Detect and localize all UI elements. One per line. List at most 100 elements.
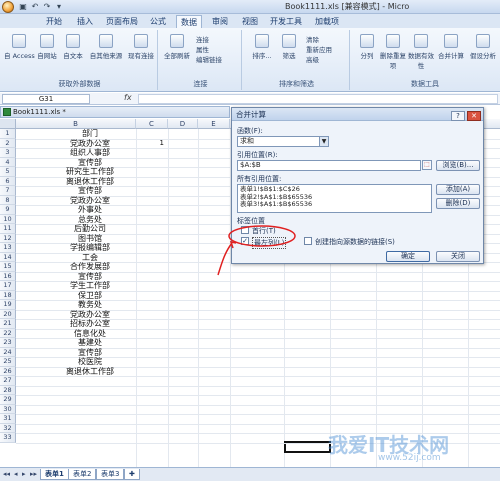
from-text-button[interactable]: 自文本 bbox=[60, 34, 86, 60]
column-header-e[interactable]: E bbox=[198, 119, 230, 129]
cell-b[interactable]: 离退休工作部 bbox=[22, 177, 158, 187]
cell-b[interactable]: 基建处 bbox=[22, 338, 158, 348]
reference-input[interactable]: $A:$B bbox=[237, 160, 421, 171]
row-header[interactable]: 27 bbox=[0, 376, 16, 386]
properties-button[interactable]: 属性 bbox=[196, 44, 209, 54]
cell-c[interactable] bbox=[150, 424, 164, 434]
cell-b[interactable]: 部门 bbox=[22, 129, 158, 139]
what-if-button[interactable]: 假设分析 bbox=[468, 34, 498, 60]
row-header[interactable]: 30 bbox=[0, 404, 16, 414]
row-header[interactable]: 1 bbox=[0, 129, 16, 139]
first-sheet-icon[interactable]: ◂◂ bbox=[3, 470, 10, 478]
cell-b[interactable]: 宣传部 bbox=[22, 186, 158, 196]
cell-c[interactable] bbox=[150, 319, 164, 329]
cell-b[interactable]: 信息化处 bbox=[22, 329, 158, 339]
row-header[interactable]: 11 bbox=[0, 224, 16, 234]
row-header[interactable]: 5 bbox=[0, 167, 16, 177]
row-header[interactable]: 2 bbox=[0, 138, 16, 148]
cell-b[interactable] bbox=[22, 433, 158, 443]
cell-c[interactable] bbox=[150, 215, 164, 225]
cell-c[interactable] bbox=[150, 148, 164, 158]
sheet-tab-1[interactable]: 表单1 bbox=[40, 469, 69, 480]
row-header[interactable]: 13 bbox=[0, 243, 16, 253]
tab-view[interactable]: 视图 bbox=[238, 15, 262, 28]
cell-b[interactable]: 党政办公室 bbox=[22, 139, 158, 149]
cell-c[interactable] bbox=[150, 433, 164, 443]
row-header[interactable]: 33 bbox=[0, 433, 16, 443]
cell-b[interactable]: 研究生工作部 bbox=[22, 167, 158, 177]
close-icon[interactable]: ✕ bbox=[467, 111, 481, 121]
refresh-all-button[interactable]: 全部刷新 bbox=[162, 34, 192, 60]
connections-button[interactable]: 连接 bbox=[196, 34, 209, 44]
from-web-button[interactable]: 自网站 bbox=[34, 34, 60, 60]
sheet-tab-2[interactable]: 表单2 bbox=[68, 469, 97, 480]
cell-b[interactable]: 总务处 bbox=[22, 215, 158, 225]
chevron-down-icon[interactable]: ▼ bbox=[319, 137, 328, 146]
tab-formulas[interactable]: 公式 bbox=[146, 15, 170, 28]
cell-b[interactable]: 保卫部 bbox=[22, 291, 158, 301]
browse-button[interactable]: 浏览(B)... bbox=[436, 160, 480, 171]
next-sheet-icon[interactable]: ▸ bbox=[22, 470, 26, 478]
cell-c[interactable] bbox=[150, 405, 164, 415]
reapply-button[interactable]: 重新应用 bbox=[306, 44, 332, 54]
sort-button[interactable]: 排序... bbox=[250, 34, 274, 60]
consolidate-button[interactable]: 合并计算 bbox=[436, 34, 466, 60]
cell-c[interactable] bbox=[150, 300, 164, 310]
cell-b[interactable]: 宣传部 bbox=[22, 348, 158, 358]
row-header[interactable]: 12 bbox=[0, 233, 16, 243]
cell-b[interactable]: 党政办公室 bbox=[22, 196, 158, 206]
row-header[interactable]: 31 bbox=[0, 414, 16, 424]
cell-b[interactable]: 学生工作部 bbox=[22, 281, 158, 291]
row-header[interactable]: 7 bbox=[0, 186, 16, 196]
column-header-d[interactable]: D bbox=[168, 119, 198, 129]
delete-button[interactable]: 删除(D) bbox=[436, 198, 480, 209]
cell-b[interactable]: 图书馆 bbox=[22, 234, 158, 244]
row-header[interactable]: 8 bbox=[0, 195, 16, 205]
clear-button[interactable]: 清除 bbox=[306, 34, 319, 44]
column-header-c[interactable]: C bbox=[136, 119, 168, 129]
edit-links-button[interactable]: 编辑链接 bbox=[196, 54, 222, 64]
cell-c[interactable] bbox=[150, 272, 164, 282]
cell-b[interactable]: 教务处 bbox=[22, 300, 158, 310]
cell-c[interactable] bbox=[150, 395, 164, 405]
cell-c[interactable] bbox=[150, 281, 164, 291]
close-button[interactable]: 关闭 bbox=[436, 251, 480, 262]
from-other-sources-button[interactable]: 自其他来源 bbox=[88, 34, 124, 60]
row-header[interactable]: 20 bbox=[0, 309, 16, 319]
cell-c[interactable] bbox=[150, 158, 164, 168]
formula-input[interactable] bbox=[138, 94, 498, 104]
cell-c[interactable] bbox=[150, 224, 164, 234]
row-header[interactable]: 4 bbox=[0, 157, 16, 167]
cell-c[interactable] bbox=[150, 196, 164, 206]
row-header[interactable]: 9 bbox=[0, 205, 16, 215]
row-header[interactable]: 26 bbox=[0, 366, 16, 376]
office-button[interactable] bbox=[2, 1, 14, 13]
row-header[interactable]: 22 bbox=[0, 328, 16, 338]
row-header[interactable]: 25 bbox=[0, 357, 16, 367]
cell-b[interactable]: 组织人事部 bbox=[22, 148, 158, 158]
cell-b[interactable]: 招标办公室 bbox=[22, 319, 158, 329]
cell-c[interactable] bbox=[150, 414, 164, 424]
add-button[interactable]: 添加(A) bbox=[436, 184, 480, 195]
existing-connections-button[interactable]: 现有连接 bbox=[126, 34, 156, 60]
cell-b[interactable]: 宣传部 bbox=[22, 272, 158, 282]
cell-c[interactable] bbox=[150, 129, 164, 139]
cell-c[interactable] bbox=[150, 177, 164, 187]
select-all-corner[interactable] bbox=[0, 119, 16, 129]
cell-b[interactable]: 党政办公室 bbox=[22, 310, 158, 320]
cell-b[interactable] bbox=[22, 386, 158, 396]
ok-button[interactable]: 确定 bbox=[386, 251, 430, 262]
last-sheet-icon[interactable]: ▸▸ bbox=[30, 470, 37, 478]
row-header[interactable]: 14 bbox=[0, 252, 16, 262]
cell-b[interactable] bbox=[22, 414, 158, 424]
top-row-checkbox[interactable] bbox=[241, 226, 249, 234]
data-validation-button[interactable]: 数据有效性 bbox=[408, 34, 434, 70]
redo-icon[interactable]: ↷ bbox=[42, 2, 52, 12]
cell-b[interactable] bbox=[22, 424, 158, 434]
row-header[interactable]: 32 bbox=[0, 423, 16, 433]
cell-b[interactable]: 离退休工作部 bbox=[22, 367, 158, 377]
quick-access-dropdown-icon[interactable]: ▾ bbox=[54, 2, 64, 12]
cell-c[interactable] bbox=[150, 376, 164, 386]
row-header[interactable]: 6 bbox=[0, 176, 16, 186]
tab-home[interactable]: 开始 bbox=[40, 15, 68, 28]
